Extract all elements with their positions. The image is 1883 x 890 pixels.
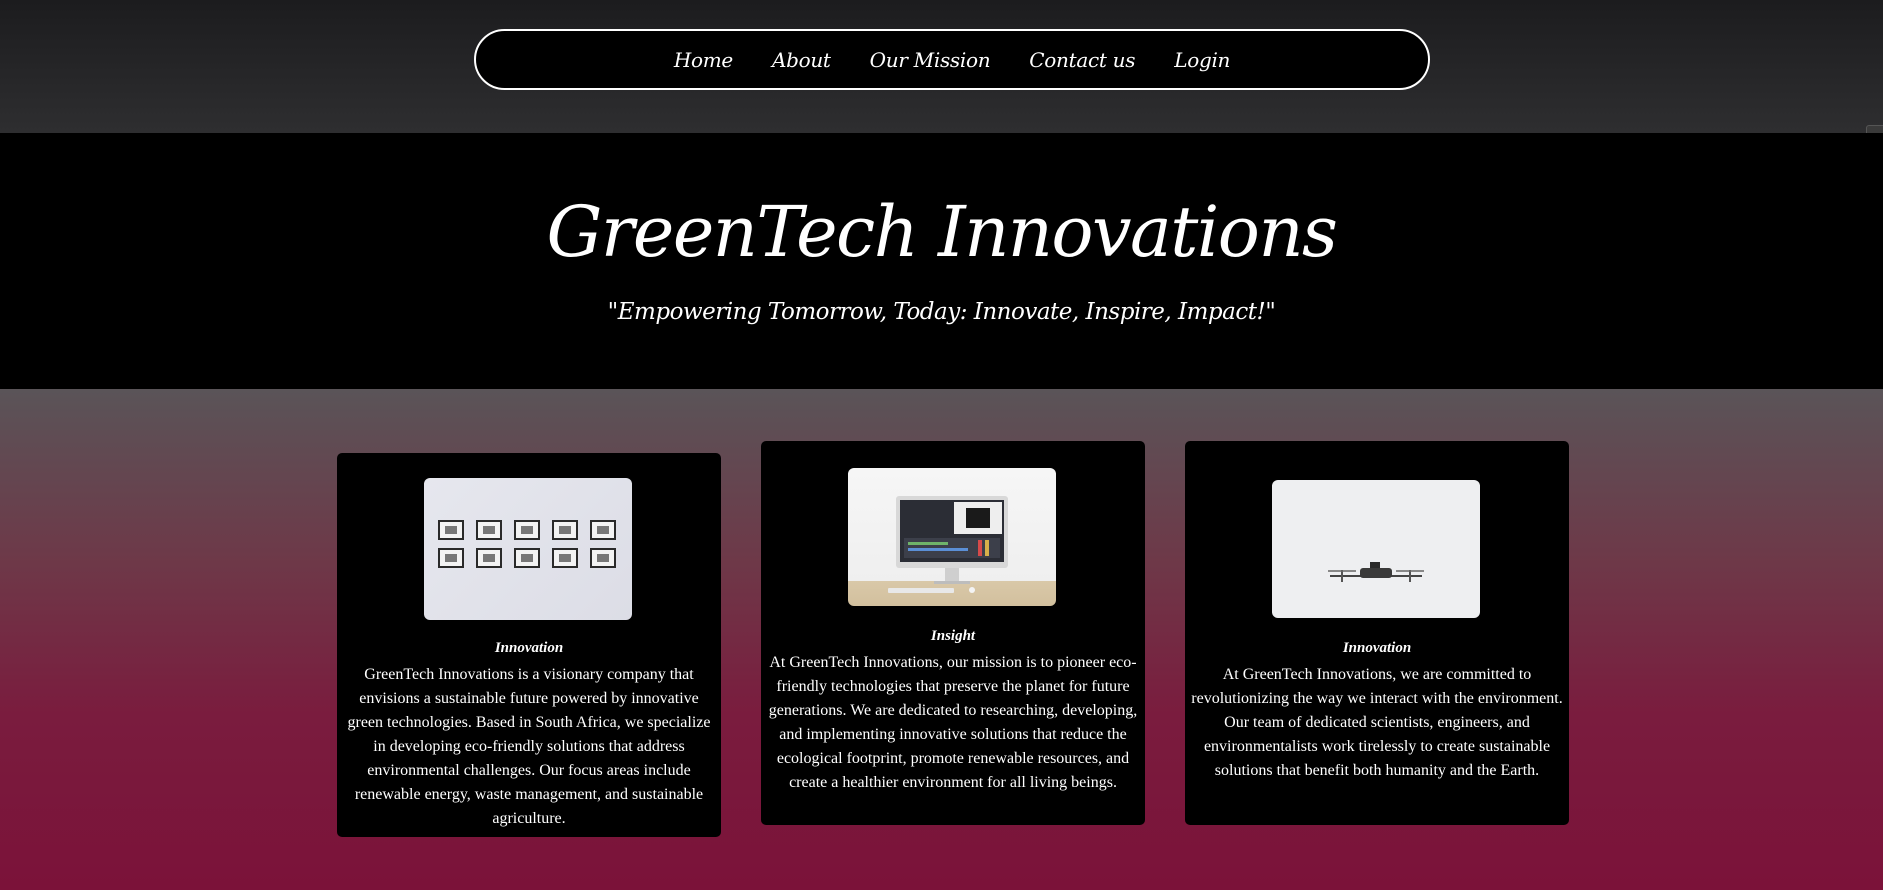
card-innovation: Innovation GreenTech Innovations is a vi… [337, 453, 721, 837]
card-text: At GreenTech Innovations, we are committ… [1191, 666, 1563, 779]
nav-our-mission-link[interactable]: Our Mission [870, 48, 991, 72]
top-bar: Home About Our Mission Contact us Login [0, 0, 1883, 133]
card-title: Innovation [494, 640, 564, 656]
nav-contact-link[interactable]: Contact us [1029, 48, 1135, 72]
page-title: GreenTech Innovations [546, 191, 1338, 273]
computer-monitor-image [848, 468, 1056, 606]
nav-home-link[interactable]: Home [674, 48, 733, 72]
hero-banner: GreenTech Innovations "Empowering Tomorr… [0, 133, 1883, 389]
drone-image [1272, 480, 1480, 618]
nav-about-link[interactable]: About [772, 48, 831, 72]
main-nav: Home About Our Mission Contact us Login [474, 29, 1430, 90]
card-innovation-2: Innovation At GreenTech Innovations, we … [1185, 441, 1569, 825]
tagline: "Empowering Tomorrow, Today: Innovate, I… [607, 299, 1276, 325]
nav-login-link[interactable]: Login [1174, 48, 1230, 72]
card-insight: Insight At GreenTech Innovations, our mi… [761, 441, 1145, 825]
card-title: Insight [930, 628, 976, 644]
card-title: Innovation [1342, 640, 1412, 656]
card-text: GreenTech Innovations is a visionary com… [347, 666, 711, 827]
content-section: Innovation GreenTech Innovations is a vi… [0, 389, 1883, 890]
card-text: At GreenTech Innovations, our mission is… [768, 654, 1138, 791]
framed-pictures-wall-image [424, 478, 632, 620]
